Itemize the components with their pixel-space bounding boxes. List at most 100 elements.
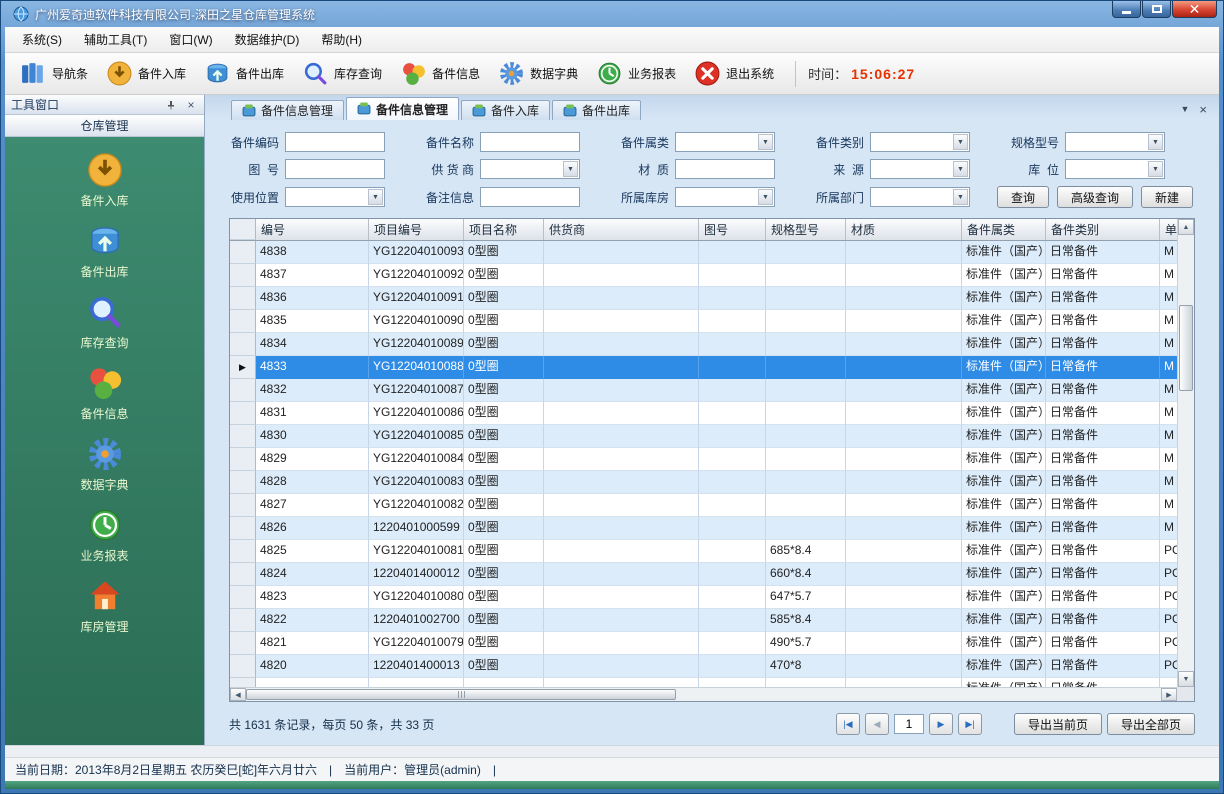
field-combobox[interactable]: ▼ xyxy=(1065,132,1165,152)
vertical-scroll-track[interactable] xyxy=(1178,235,1194,671)
table-cell[interactable] xyxy=(766,356,846,379)
table-row[interactable]: 482212204010027000型圈585*8.4标准件（国产）日常备件PC xyxy=(230,609,1177,632)
field-combobox[interactable]: ▼ xyxy=(675,187,775,207)
table-cell[interactable] xyxy=(544,471,699,494)
row-selector[interactable] xyxy=(230,678,256,687)
sidebar-item-stock-query[interactable]: 库存查询 xyxy=(30,293,180,351)
table-cell[interactable]: M xyxy=(1160,402,1177,425)
table-cell[interactable] xyxy=(699,678,766,687)
field-combobox[interactable]: ▼ xyxy=(480,159,580,179)
table-cell[interactable] xyxy=(846,632,962,655)
column-header[interactable]: 规格型号 xyxy=(766,219,846,240)
table-cell[interactable]: 日常备件 xyxy=(1046,586,1160,609)
table-cell[interactable] xyxy=(544,241,699,264)
table-cell[interactable] xyxy=(766,517,846,540)
row-selector[interactable] xyxy=(230,448,256,471)
table-cell[interactable] xyxy=(766,402,846,425)
previous-page-button[interactable]: ◀ xyxy=(865,713,889,735)
table-cell[interactable]: YG12204010090 xyxy=(369,310,464,333)
horizontal-scroll-thumb[interactable] xyxy=(246,689,676,700)
table-cell[interactable]: 4823 xyxy=(256,586,369,609)
table-cell[interactable]: 0型圈 xyxy=(464,448,544,471)
table-cell[interactable]: 4821 xyxy=(256,632,369,655)
menu-system[interactable]: 系统(S) xyxy=(11,27,73,52)
table-cell[interactable]: YG12204010093 xyxy=(369,241,464,264)
field-combobox[interactable]: ▼ xyxy=(870,159,970,179)
new-button[interactable]: 新建 xyxy=(1141,186,1193,208)
row-selector[interactable] xyxy=(230,310,256,333)
table-cell[interactable]: YG12204010082 xyxy=(369,494,464,517)
table-cell[interactable]: 4824 xyxy=(256,563,369,586)
table-cell[interactable]: 标准件（国产） xyxy=(962,471,1046,494)
table-cell[interactable] xyxy=(766,379,846,402)
table-cell[interactable] xyxy=(766,678,846,687)
tab-list-dropdown-button[interactable]: ▼ xyxy=(1180,104,1189,114)
scroll-right-button[interactable]: ▶ xyxy=(1161,688,1177,701)
table-cell[interactable]: 4822 xyxy=(256,609,369,632)
table-cell[interactable]: 0型圈 xyxy=(464,563,544,586)
table-cell[interactable]: 标准件（国产） xyxy=(962,241,1046,264)
table-cell[interactable]: 日常备件 xyxy=(1046,402,1160,425)
table-cell[interactable]: 日常备件 xyxy=(1046,287,1160,310)
query-button[interactable]: 查询 xyxy=(997,186,1049,208)
table-cell[interactable] xyxy=(699,402,766,425)
table-cell[interactable]: 0型圈 xyxy=(464,517,544,540)
table-row[interactable]: 4828YG122040100830型圈标准件（国产）日常备件M xyxy=(230,471,1177,494)
table-row[interactable]: 482612204010005990型圈标准件（国产）日常备件M xyxy=(230,517,1177,540)
table-cell[interactable]: 4836 xyxy=(256,287,369,310)
current-page-input[interactable] xyxy=(894,714,924,734)
tab-parts-inbound[interactable]: 备件入库 xyxy=(461,100,550,120)
table-cell[interactable]: 标准件（国产） xyxy=(962,425,1046,448)
table-cell[interactable]: 0型圈 xyxy=(464,264,544,287)
table-cell[interactable] xyxy=(699,586,766,609)
table-cell[interactable]: M xyxy=(1160,356,1177,379)
table-cell[interactable] xyxy=(846,287,962,310)
table-cell[interactable]: YG12204010088 xyxy=(369,356,464,379)
table-cell[interactable] xyxy=(766,471,846,494)
table-cell[interactable]: 日常备件 xyxy=(1046,356,1160,379)
minimize-button[interactable] xyxy=(1112,1,1141,18)
field-combobox[interactable]: ▼ xyxy=(675,132,775,152)
row-selector[interactable] xyxy=(230,425,256,448)
table-cell[interactable]: 4837 xyxy=(256,264,369,287)
dropdown-arrow-icon[interactable]: ▼ xyxy=(953,189,968,205)
table-row[interactable]: 4834YG122040100890型圈标准件（国产）日常备件M xyxy=(230,333,1177,356)
table-cell[interactable]: YG12204010086 xyxy=(369,402,464,425)
table-cell[interactable] xyxy=(846,241,962,264)
column-header[interactable]: 备件属类 xyxy=(962,219,1046,240)
sidebar-item-parts-outbound[interactable]: 备件出库 xyxy=(30,222,180,280)
table-cell[interactable] xyxy=(544,356,699,379)
table-cell[interactable]: 日常备件 xyxy=(1046,517,1160,540)
table-cell[interactable]: YG12204010083 xyxy=(369,471,464,494)
table-row[interactable]: 标准件（国产）日常备件 xyxy=(230,678,1177,687)
table-cell[interactable] xyxy=(846,425,962,448)
table-cell[interactable]: 0型圈 xyxy=(464,241,544,264)
menu-window[interactable]: 窗口(W) xyxy=(158,27,223,52)
table-cell[interactable]: 0型圈 xyxy=(464,356,544,379)
row-selector[interactable]: ▶ xyxy=(230,356,256,379)
table-cell[interactable] xyxy=(846,540,962,563)
table-cell[interactable]: PC xyxy=(1160,655,1177,678)
table-cell[interactable] xyxy=(846,310,962,333)
table-cell[interactable]: 4825 xyxy=(256,540,369,563)
row-selector[interactable] xyxy=(230,655,256,678)
table-row[interactable]: 4831YG122040100860型圈标准件（国产）日常备件M xyxy=(230,402,1177,425)
table-cell[interactable]: M xyxy=(1160,264,1177,287)
table-cell[interactable]: 日常备件 xyxy=(1046,264,1160,287)
field-input[interactable] xyxy=(285,159,385,179)
table-cell[interactable] xyxy=(544,494,699,517)
table-cell[interactable]: 490*5.7 xyxy=(766,632,846,655)
table-cell[interactable]: 4829 xyxy=(256,448,369,471)
field-combobox[interactable]: ▼ xyxy=(1065,159,1165,179)
sidebar-item-data-dictionary[interactable]: 数据字典 xyxy=(30,435,180,493)
table-cell[interactable]: YG12204010085 xyxy=(369,425,464,448)
selector-column-header[interactable] xyxy=(230,219,256,240)
table-cell[interactable]: 647*5.7 xyxy=(766,586,846,609)
table-cell[interactable]: 4832 xyxy=(256,379,369,402)
dropdown-arrow-icon[interactable]: ▼ xyxy=(1148,134,1163,150)
table-row[interactable]: 482412204014000120型圈660*8.4标准件（国产）日常备件PC xyxy=(230,563,1177,586)
advanced-query-button[interactable]: 高级查询 xyxy=(1057,186,1133,208)
table-cell[interactable]: 4828 xyxy=(256,471,369,494)
row-selector[interactable] xyxy=(230,540,256,563)
table-cell[interactable] xyxy=(544,425,699,448)
